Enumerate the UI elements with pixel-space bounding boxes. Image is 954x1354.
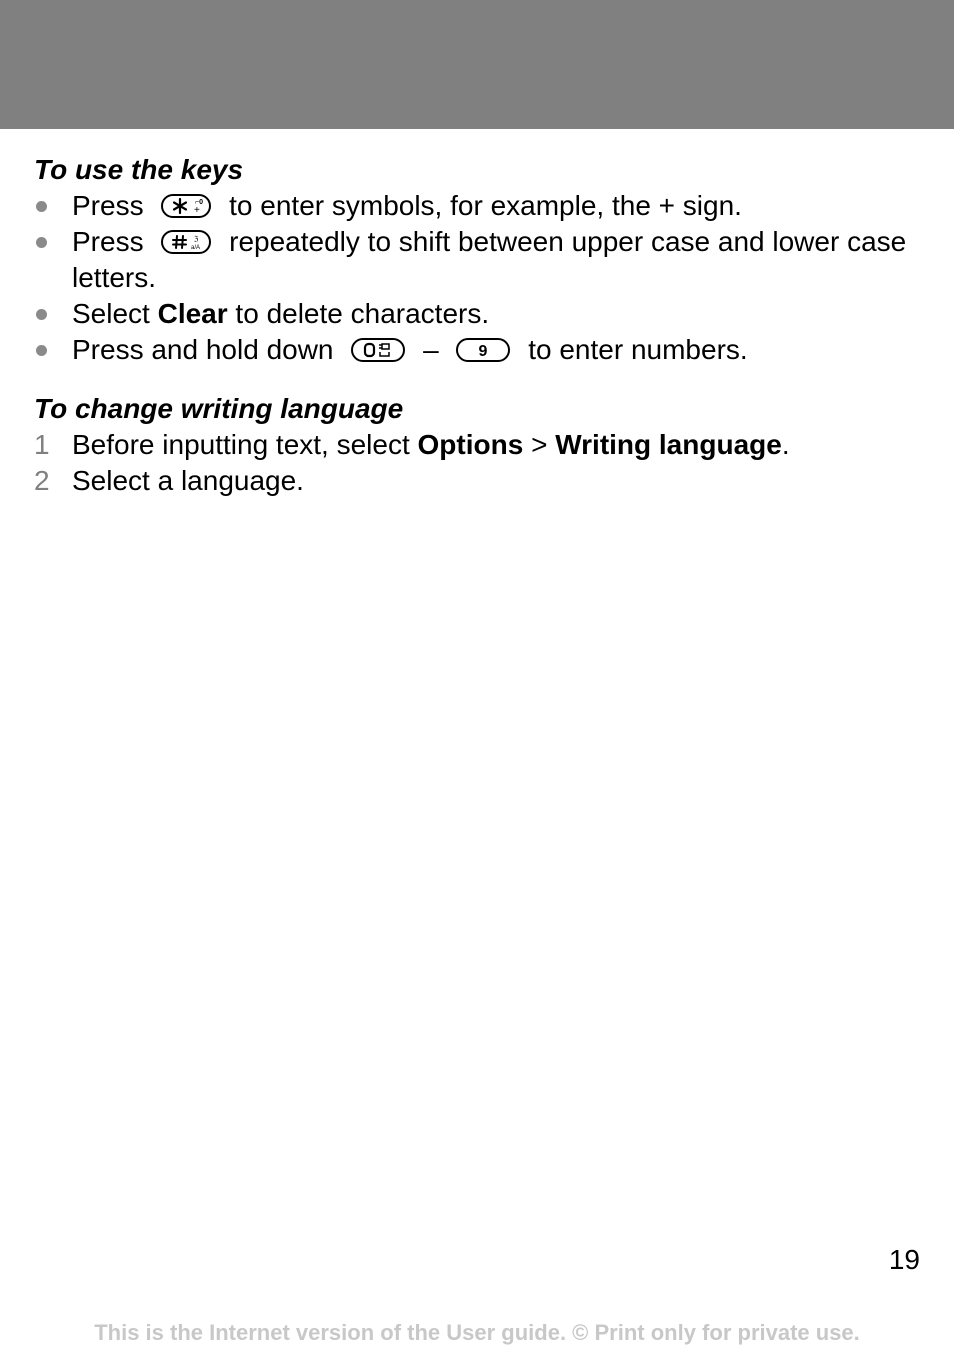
bullet-icon	[36, 201, 47, 212]
footer-notice: This is the Internet version of the User…	[94, 1320, 860, 1345]
language-steps-list: 1 Before inputting text, select Options …	[34, 427, 924, 499]
svg-text:+: +	[194, 205, 200, 216]
nine-key-icon: 9	[456, 337, 511, 362]
list-item: Press and hold down – 9 to enter numbers…	[34, 332, 924, 368]
svg-text:a/A: a/A	[191, 245, 200, 251]
bullet-icon	[36, 345, 47, 356]
list-item: Press ⌐0 + to enter symbols, for example…	[34, 188, 924, 224]
page-content: To use the keys Press ⌐0 + to enter symb…	[34, 152, 924, 499]
step-item: 1 Before inputting text, select Options …	[34, 427, 924, 463]
writing-language-menu-ref: Writing language	[555, 429, 782, 460]
bullet-icon	[36, 309, 47, 320]
section-language: To change writing language 1 Before inpu…	[34, 391, 924, 499]
list-item: Select Clear to delete characters.	[34, 296, 924, 332]
section-heading-keys: To use the keys	[34, 154, 244, 185]
step-number: 1	[34, 429, 50, 460]
header-band	[0, 0, 954, 129]
step-item: 2 Select a language.	[34, 463, 924, 499]
section-heading-language: To change writing language	[34, 393, 404, 424]
step-number: 2	[34, 465, 50, 496]
zero-key-icon	[351, 337, 406, 362]
svg-text:ℨ: ℨ	[194, 235, 199, 243]
key-range-separator: –	[423, 334, 439, 365]
bullet-icon	[36, 237, 47, 248]
page-number: 19	[888, 1244, 920, 1275]
options-menu-ref: Options	[417, 429, 524, 460]
clear-option: Clear	[157, 298, 228, 329]
keys-bullet-list: Press ⌐0 + to enter symbols, for example…	[34, 188, 924, 368]
list-item: Press ℨ a/A repeatedly to shift between …	[34, 224, 924, 296]
hash-key-icon: ℨ a/A	[161, 229, 212, 254]
nine-key-label: 9	[479, 343, 488, 360]
star-key-icon: ⌐0 +	[161, 193, 212, 218]
